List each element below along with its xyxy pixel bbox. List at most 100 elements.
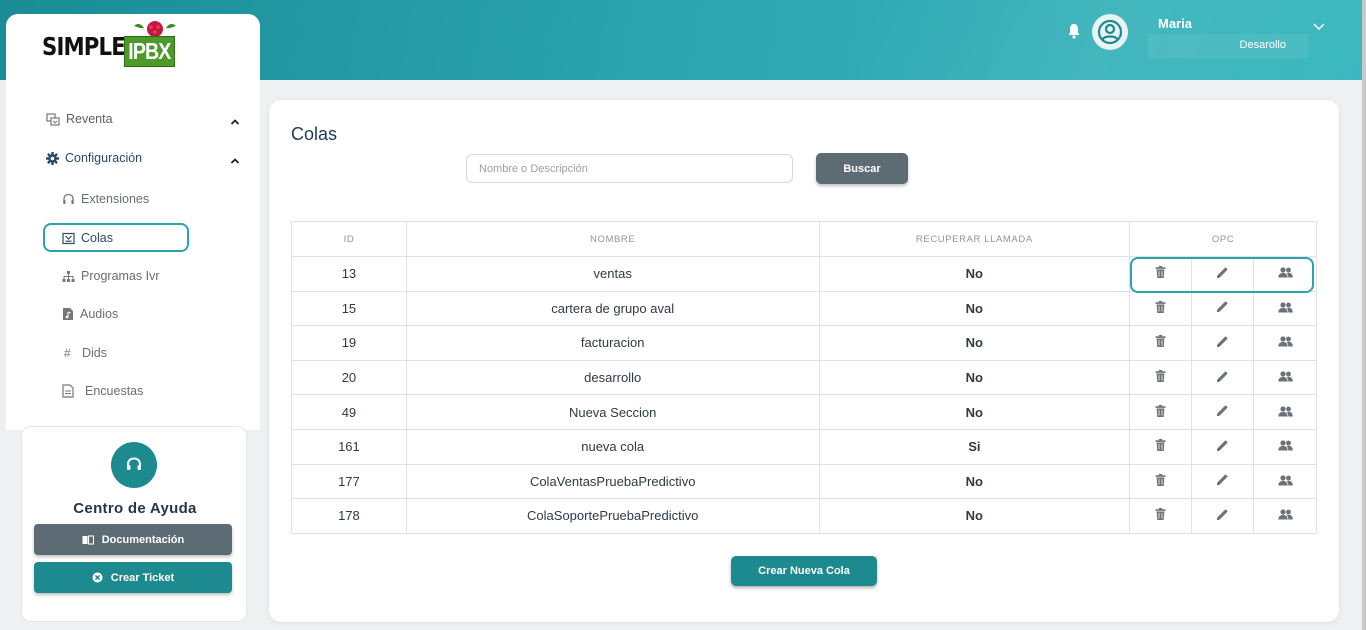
avatar[interactable]	[1092, 14, 1128, 50]
reventa-icon	[46, 112, 60, 126]
table-row[interactable]: 161 nueva cola Si	[291, 428, 1317, 465]
delete-button[interactable]	[1129, 325, 1193, 361]
column-header-nombre[interactable]: NOMBRE	[405, 221, 820, 257]
cell-recuperar: No	[818, 498, 1131, 534]
agents-button[interactable]	[1253, 463, 1317, 500]
cell-nombre: nueva cola	[405, 428, 820, 465]
sidebar-item-audios[interactable]: Audios	[62, 307, 118, 321]
table-row[interactable]: 49 Nueva Seccion No	[291, 394, 1317, 430]
sidebar-item-programas-ivr[interactable]: Programas Ivr	[62, 269, 160, 283]
help-center-title: Centro de Ayuda	[73, 500, 197, 517]
table-row[interactable]: 13 ventas No	[291, 256, 1317, 292]
table-row[interactable]: 178 ColaSoportePruebaPredictivo No	[291, 498, 1317, 534]
logo-text-simple: SIMPLE	[42, 32, 126, 61]
user-role: Desarollo	[1239, 39, 1286, 51]
delete-button[interactable]	[1129, 498, 1193, 534]
table-header-row: ID NOMBRE RECUPERAR LLAMADA OPC	[291, 221, 1317, 257]
edit-button[interactable]	[1191, 290, 1255, 327]
sitemap-icon	[62, 270, 75, 282]
trash-icon	[1155, 266, 1166, 279]
pencil-icon	[1217, 474, 1228, 486]
agents-button[interactable]	[1253, 498, 1317, 534]
agents-button[interactable]	[1253, 359, 1317, 396]
agents-button[interactable]	[1253, 428, 1317, 465]
search-input[interactable]	[466, 154, 793, 183]
delete-button[interactable]	[1129, 256, 1193, 292]
trash-icon	[1155, 439, 1166, 452]
sidebar-item-label: Reventa	[66, 112, 113, 126]
table-row[interactable]: 15 cartera de grupo aval No	[291, 290, 1317, 327]
cell-nombre: ColaVentasPruebaPredictivo	[405, 463, 820, 500]
survey-icon	[62, 384, 74, 398]
table-row[interactable]: 177 ColaVentasPruebaPredictivo No	[291, 463, 1317, 500]
logo-text-ipbx: IPBX	[124, 36, 175, 67]
cell-id: 178	[291, 498, 407, 534]
documentation-button[interactable]: Documentación	[34, 524, 232, 555]
trash-icon	[1155, 404, 1166, 417]
sidebar-item-extensiones[interactable]: Extensiones	[62, 192, 149, 206]
sidebar-item-encuestas[interactable]: Encuestas	[62, 384, 143, 398]
trash-icon	[1155, 370, 1166, 383]
cell-nombre: ColaSoportePruebaPredictivo	[405, 498, 820, 534]
sidebar-item-label: Extensiones	[81, 192, 150, 206]
support-headset-icon	[111, 442, 157, 488]
create-ticket-button[interactable]: Crear Ticket	[34, 562, 232, 593]
edit-button[interactable]	[1191, 498, 1255, 534]
cell-recuperar: No	[818, 463, 1131, 500]
cell-id: 177	[291, 463, 407, 500]
column-header-id[interactable]: ID	[291, 221, 407, 257]
book-icon	[82, 534, 94, 545]
chevron-up-icon[interactable]	[230, 118, 240, 126]
edit-button[interactable]	[1191, 359, 1255, 396]
agents-button[interactable]	[1253, 256, 1317, 292]
user-name: Maria	[1158, 16, 1192, 31]
delete-button[interactable]	[1129, 428, 1193, 465]
sidebar-item-label: Configuración	[65, 151, 143, 165]
main-content-card: Colas Buscar ID NOMBRE RECUPERAR LLAMADA…	[269, 100, 1339, 622]
logo[interactable]: SIMPLE IPBX	[42, 21, 176, 67]
table-row[interactable]: 19 facturacion No	[291, 325, 1317, 361]
create-queue-button[interactable]: Crear Nueva Cola	[731, 556, 877, 586]
logo-card: SIMPLE IPBX	[6, 14, 260, 80]
gear-icon	[46, 151, 59, 165]
delete-button[interactable]	[1129, 359, 1193, 396]
sidebar-item-configuracion[interactable]: Configuración	[46, 151, 142, 165]
user-menu[interactable]: Maria Desarollo	[1060, 12, 1340, 60]
edit-button[interactable]	[1191, 256, 1255, 292]
table-row[interactable]: 20 desarrollo No	[291, 359, 1317, 396]
edit-button[interactable]	[1191, 428, 1255, 465]
table-body: 13 ventas No 15 cartera de grupo aval No 19 fac…	[291, 256, 1317, 534]
pencil-icon	[1217, 509, 1228, 520]
sidebar-item-label: Encuestas	[85, 384, 144, 398]
audio-file-icon	[63, 308, 73, 320]
headset-icon	[63, 193, 74, 204]
agents-button[interactable]	[1253, 290, 1317, 327]
cell-id: 20	[291, 359, 407, 396]
page-title: Colas	[291, 124, 338, 144]
window-scrollbar[interactable]	[1362, 0, 1366, 630]
chevron-up-icon[interactable]	[230, 157, 240, 165]
cell-nombre: facturacion	[405, 325, 820, 361]
create-ticket-button-label: Crear Ticket	[110, 571, 175, 584]
column-header-recuperar[interactable]: RECUPERAR LLAMADA	[818, 221, 1131, 257]
cell-nombre: desarrollo	[405, 359, 820, 396]
sidebar-item-reventa[interactable]: Reventa	[46, 112, 113, 126]
sidebar-item-label: Audios	[80, 307, 119, 321]
column-header-opc: OPC	[1129, 221, 1317, 257]
bell-icon[interactable]	[1066, 22, 1082, 40]
search-button[interactable]: Buscar	[816, 153, 908, 184]
users-icon	[1277, 371, 1293, 382]
chevron-down-icon[interactable]	[1312, 22, 1326, 32]
agents-button[interactable]	[1253, 394, 1317, 430]
edit-button[interactable]	[1191, 463, 1255, 500]
documentation-button-label: Documentación	[101, 533, 185, 546]
agents-button[interactable]	[1253, 325, 1317, 361]
sidebar-item-dids[interactable]: # Dids	[64, 346, 107, 360]
delete-button[interactable]	[1129, 463, 1193, 500]
edit-button[interactable]	[1191, 325, 1255, 361]
delete-button[interactable]	[1129, 394, 1193, 430]
users-icon	[1277, 336, 1293, 347]
edit-button[interactable]	[1191, 394, 1255, 430]
delete-button[interactable]	[1129, 290, 1193, 327]
trash-icon	[1155, 508, 1166, 521]
